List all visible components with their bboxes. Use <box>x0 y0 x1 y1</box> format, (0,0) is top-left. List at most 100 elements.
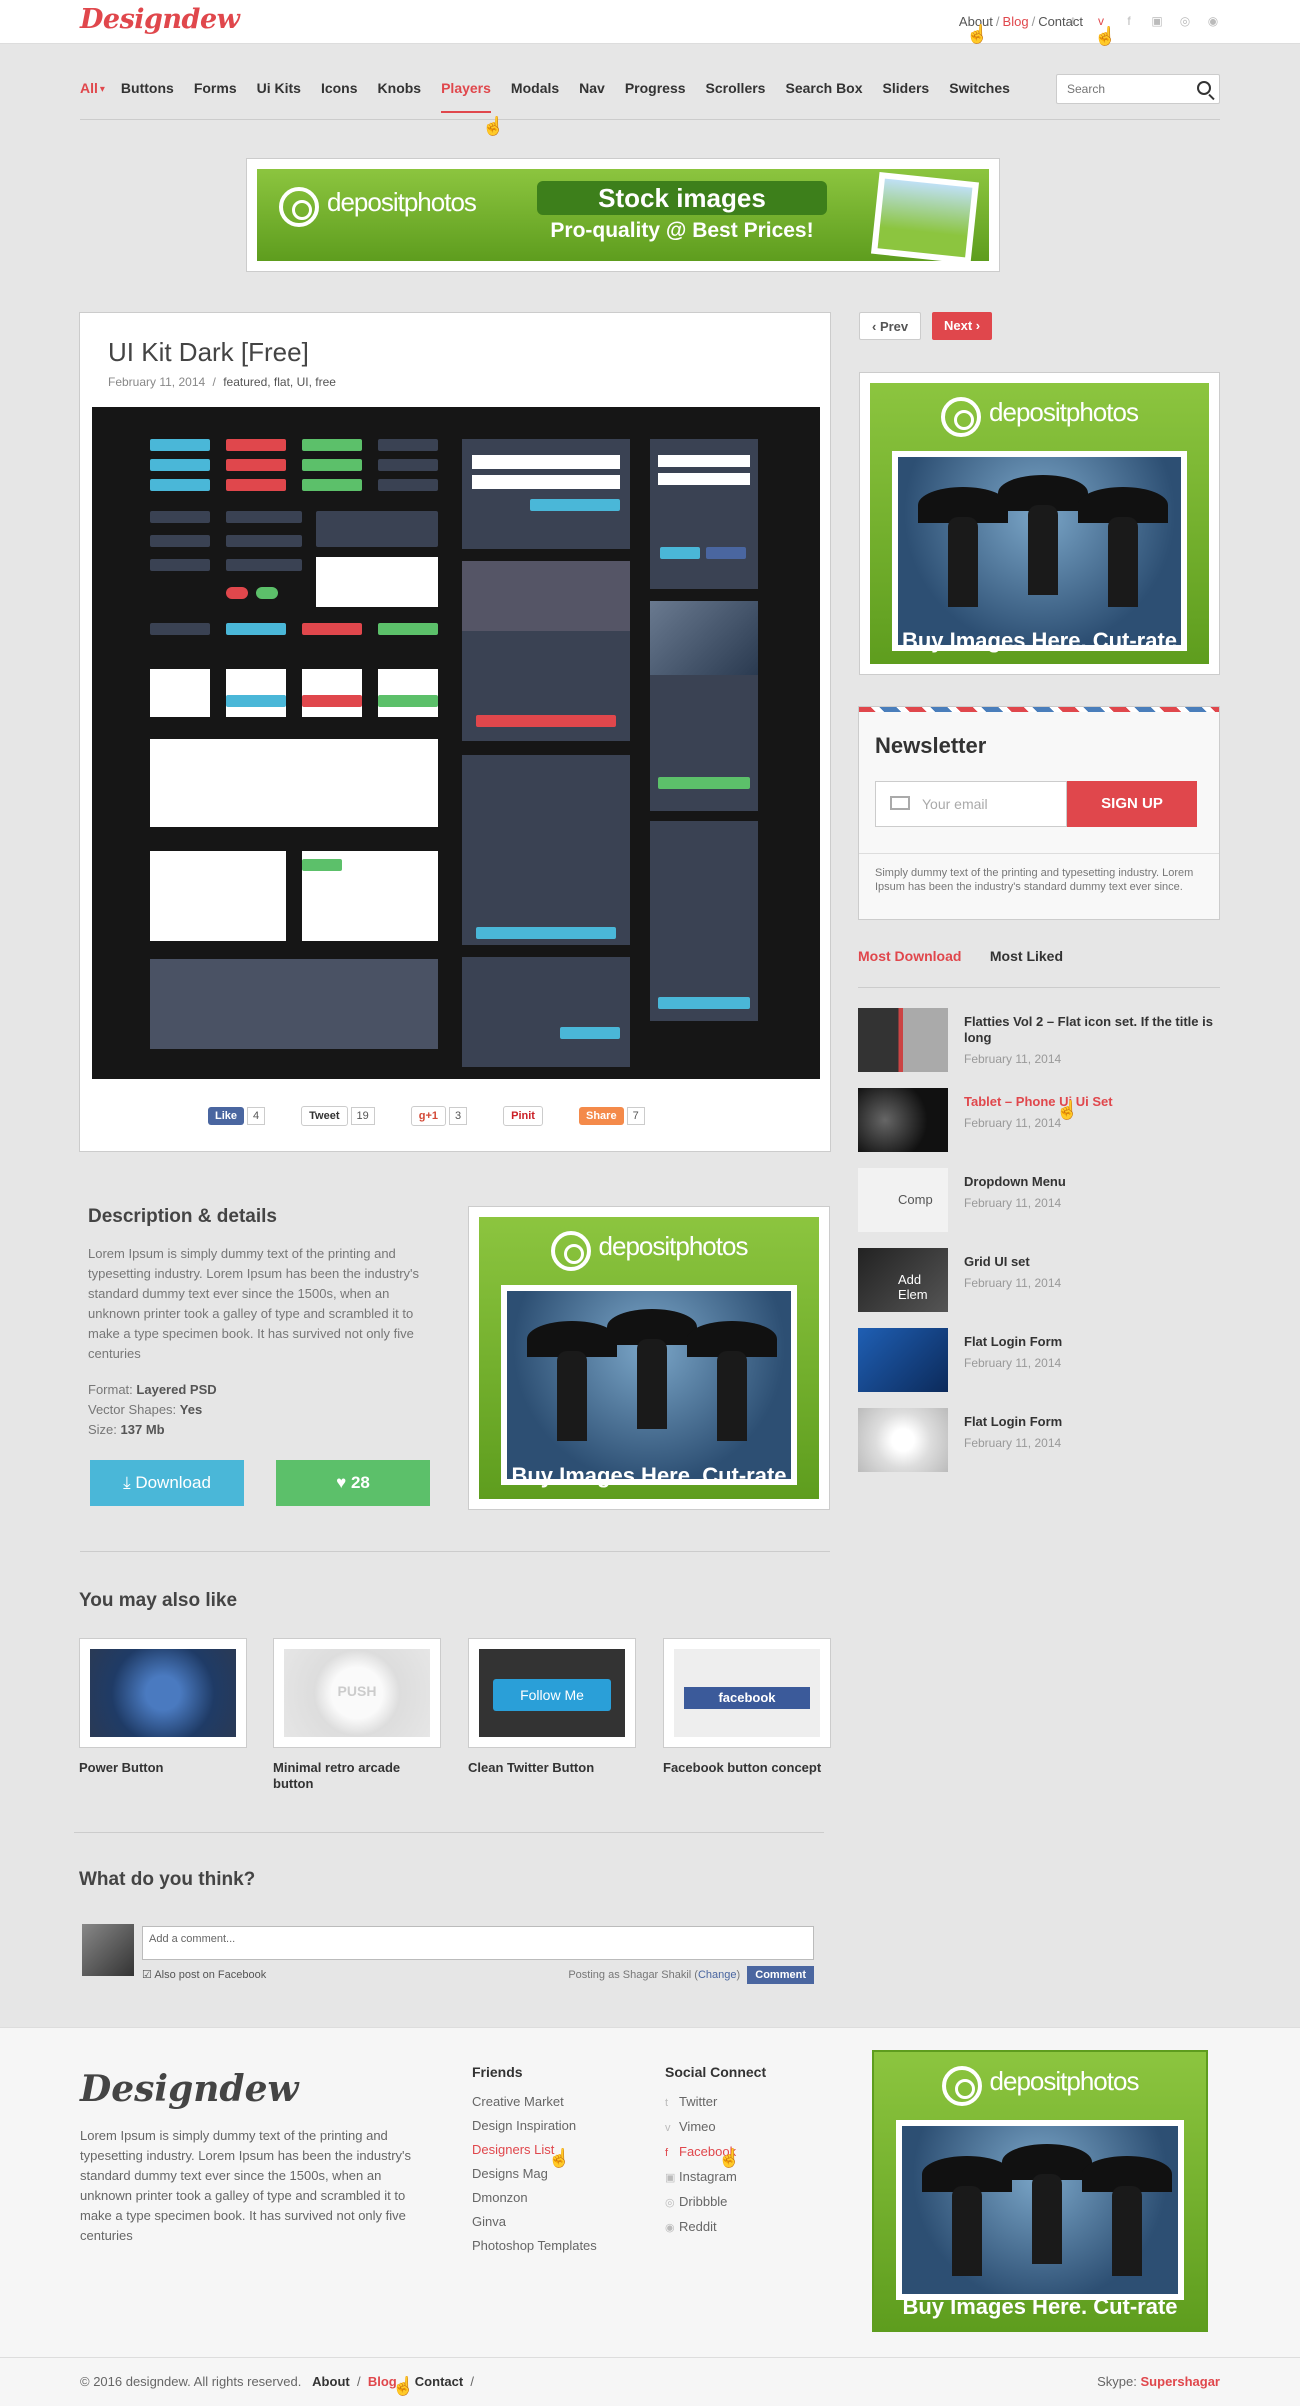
comment-button[interactable]: Comment <box>747 1966 814 1984</box>
popular-item[interactable]: Comp Dropdown Menu February 11, 2014 <box>858 1168 1220 1248</box>
item-thumbnail <box>858 1328 948 1392</box>
sidebar-tabs: Most Download Most Liked <box>858 948 1220 988</box>
item-date: February 11, 2014 <box>964 1276 1062 1290</box>
format-spec: Format: Layered PSD <box>88 1382 217 1397</box>
download-button[interactable]: ⤓ Download <box>90 1460 244 1506</box>
friend-link[interactable]: Designs Mag <box>472 2162 597 2186</box>
friend-link[interactable]: Ginva <box>472 2210 597 2234</box>
footer-ad[interactable]: depositphotos Buy Images Here. Cut-rate <box>872 2050 1208 2332</box>
post-meta: February 11, 2014 / featured, flat, UI, … <box>108 375 336 389</box>
popular-item[interactable]: Flat Login Form February 11, 2014 <box>858 1328 1220 1408</box>
envelope-icon <box>890 796 910 810</box>
bottom-contact-link[interactable]: Contact <box>415 2374 463 2389</box>
item-title[interactable]: Dropdown Menu <box>964 1174 1220 1190</box>
banner-ad[interactable]: depositphotos Stock images Pro-quality @… <box>246 158 1000 272</box>
category-sliders[interactable]: Sliders <box>883 72 930 104</box>
item-title[interactable]: Tablet – Phone Ui Ui Set <box>964 1094 1220 1110</box>
related-item[interactable]: Follow Me Clean Twitter Button <box>468 1638 636 1776</box>
bottom-about-link[interactable]: About <box>312 2374 350 2389</box>
friend-link[interactable]: Dmonzon <box>472 2186 597 2210</box>
friend-link[interactable]: Design Inspiration <box>472 2114 597 2138</box>
popular-item[interactable]: Flatties Vol 2 – Flat icon set. If the t… <box>858 1008 1220 1088</box>
newsletter-note: Simply dummy text of the printing and ty… <box>859 853 1219 906</box>
facebook-icon[interactable]: f <box>1122 14 1136 28</box>
reddit-icon[interactable]: ◉ <box>1206 14 1220 28</box>
avatar <box>82 1924 134 1976</box>
signup-button[interactable]: SIGN UP <box>1067 781 1197 827</box>
category-search-box[interactable]: Search Box <box>785 72 862 104</box>
landscape-photo <box>870 171 980 261</box>
site-logo[interactable]: Designdew <box>80 4 240 35</box>
social-link-dribbble[interactable]: ◎ Dribbble <box>665 2190 766 2215</box>
content-ad[interactable]: depositphotos Buy Images Here. Cut-rate <box>468 1206 830 1510</box>
social-link-twitter[interactable]: t Twitter <box>665 2090 766 2115</box>
facebook-like[interactable]: Like 4 <box>208 1107 266 1125</box>
search-icon[interactable] <box>1197 81 1211 95</box>
item-thumbnail: Comp <box>858 1168 948 1232</box>
instagram-icon[interactable]: ▣ <box>1150 14 1164 28</box>
sidebar-ad[interactable]: depositphotos Buy Images Here. Cut-rate <box>859 372 1220 675</box>
category-scrollers[interactable]: Scrollers <box>706 72 766 104</box>
item-date: February 11, 2014 <box>964 1196 1062 1210</box>
category-players[interactable]: Players <box>441 72 491 113</box>
next-button[interactable]: Next › <box>932 312 993 340</box>
item-title[interactable]: Flat Login Form <box>964 1414 1220 1430</box>
related-heading: You may also like <box>79 1590 238 1611</box>
facebook-button: facebook <box>684 1687 810 1709</box>
comment-box: Add a comment... ☑ Also post on Facebook… <box>82 1924 814 1984</box>
related-item[interactable]: facebook Facebook button concept <box>663 1638 831 1776</box>
social-link-vimeo[interactable]: v Vimeo <box>665 2115 766 2140</box>
related-item[interactable]: PUSH Minimal retro arcade button <box>273 1638 441 1792</box>
description-heading: Description & details <box>88 1206 277 1227</box>
item-date: February 11, 2014 <box>964 1116 1062 1130</box>
tab-most-liked[interactable]: Most Liked <box>990 948 1063 964</box>
popular-item[interactable]: Flat Login Form February 11, 2014 <box>858 1408 1220 1488</box>
pinit-button[interactable]: Pinit <box>503 1106 543 1126</box>
friend-link[interactable]: Designers List <box>472 2138 597 2162</box>
dribbble-icon[interactable]: ◎ <box>1178 14 1192 28</box>
comments-heading: What do you think? <box>79 1869 256 1890</box>
social-link-instagram[interactable]: ▣ Instagram <box>665 2165 766 2190</box>
skype-id[interactable]: Supershagar <box>1141 2374 1220 2389</box>
twitter-icon[interactable]: t <box>1066 14 1080 28</box>
download-icon: ⤓ <box>123 1473 136 1492</box>
popular-item[interactable]: Add Elem Grid UI set February 11, 2014 <box>858 1248 1220 1328</box>
category-all[interactable]: All <box>80 72 98 104</box>
item-title[interactable]: Flatties Vol 2 – Flat icon set. If the t… <box>964 1014 1220 1046</box>
item-thumbnail <box>858 1008 948 1072</box>
bottom-bar: © 2016 designdew. All rights reserved. A… <box>0 2357 1300 2406</box>
category-ui-kits[interactable]: Ui Kits <box>257 72 301 104</box>
category-forms[interactable]: Forms <box>194 72 237 104</box>
comment-input[interactable]: Add a comment... <box>142 1926 814 1960</box>
friend-link[interactable]: Photoshop Templates <box>472 2234 597 2258</box>
social-link-facebook[interactable]: f Facebook <box>665 2140 766 2165</box>
friend-link[interactable]: Creative Market <box>472 2090 597 2114</box>
tab-most-download[interactable]: Most Download <box>858 948 961 964</box>
category-nav[interactable]: Nav <box>579 72 605 104</box>
like-button[interactable]: ♥ 28 <box>276 1460 430 1506</box>
category-switches[interactable]: Switches <box>949 72 1010 104</box>
item-title[interactable]: Flat Login Form <box>964 1334 1220 1350</box>
search-input[interactable] <box>1057 75 1177 103</box>
post-tags[interactable]: featured, flat, UI, free <box>223 375 336 389</box>
category-icons[interactable]: Icons <box>321 72 358 104</box>
gplus-button[interactable]: g+1 3 <box>410 1106 468 1126</box>
category-modals[interactable]: Modals <box>511 72 559 104</box>
change-link[interactable]: Change <box>698 1969 737 1981</box>
top-link-blog[interactable]: Blog <box>1003 14 1029 29</box>
category-knobs[interactable]: Knobs <box>378 72 422 104</box>
checkbox[interactable]: ☑ <box>142 1969 152 1981</box>
popular-item[interactable]: Tablet – Phone Ui Ui Set February 11, 201… <box>858 1088 1220 1168</box>
email-field[interactable]: Your email <box>875 781 1067 827</box>
ad-photo <box>501 1285 797 1485</box>
share-button[interactable]: Share 7 <box>578 1107 645 1125</box>
item-title[interactable]: Grid UI set <box>964 1254 1220 1270</box>
prev-button[interactable]: ‹ Prev <box>859 312 922 340</box>
ad-tagline: Buy Images Here. Cut-rate <box>901 628 1178 653</box>
category-buttons[interactable]: Buttons <box>121 72 174 104</box>
tweet-button[interactable]: Tweet 19 <box>301 1106 375 1126</box>
vimeo-icon: v <box>665 2122 671 2134</box>
social-link-reddit[interactable]: ◉ Reddit <box>665 2215 766 2240</box>
related-item[interactable]: Power Button <box>79 1638 247 1776</box>
category-progress[interactable]: Progress <box>625 72 686 104</box>
